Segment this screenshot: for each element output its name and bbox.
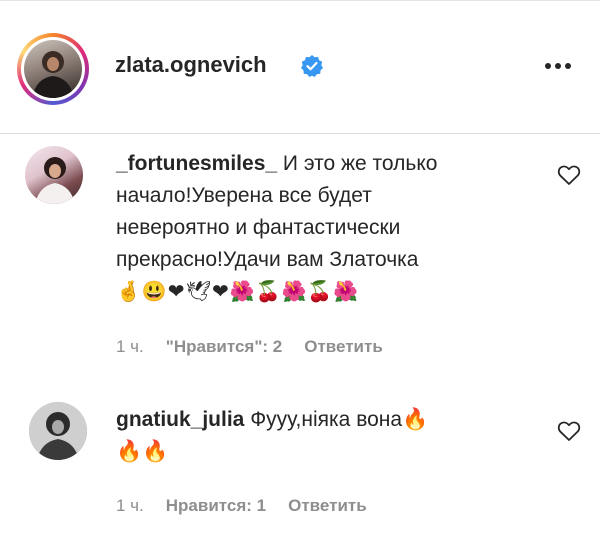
comment-body: gnatiuk_julia Фууу,ніяка вона🔥 🔥🔥 [116,404,536,468]
verified-badge-icon [301,55,323,77]
author-username[interactable]: zlata.ognevich [115,52,267,78]
comment-item: _fortunesmiles_ И это же только начало!У… [0,134,600,364]
author-avatar[interactable] [17,33,89,105]
more-options-icon[interactable] [545,63,575,73]
comment-text-line: невероятно и фантастически [116,216,401,239]
commenter-photo [29,402,87,460]
comment-meta: 1 ч. "Нравится": 2 Ответить [116,337,405,357]
comment-time: 1 ч. [116,337,144,356]
comment-meta: 1 ч. Нравится: 1 Ответить [116,496,389,516]
commenter-avatar[interactable] [25,146,83,204]
comment-emoji: 🤞😃❤🕊❤🌺🍒🌺🍒🌺 [116,281,360,303]
reply-button[interactable]: Ответить [304,337,383,356]
comment-username[interactable]: _fortunesmiles_ [116,152,277,175]
commenter-photo [35,157,75,204]
post-header: zlata.ognevich [0,0,600,134]
comment-body: _fortunesmiles_ И это же только начало!У… [116,148,536,308]
comment-item: gnatiuk_julia Фууу,ніяка вона🔥 🔥🔥 1 ч. Нр… [0,390,600,536]
comment-likes[interactable]: "Нравится": 2 [166,337,282,356]
comment-text-line: начало!Уверена все будет [116,184,372,207]
comment-time: 1 ч. [116,496,144,515]
comment-text-line: Фууу,ніяка вона🔥 [244,408,429,431]
author-photo [32,51,74,98]
heart-outline-icon[interactable] [557,420,581,442]
heart-outline-icon[interactable] [557,164,581,186]
comment-username[interactable]: gnatiuk_julia [116,408,244,431]
comment-text-line: И это же только [277,152,438,175]
comment-text-line: 🔥🔥 [116,440,169,463]
reply-button[interactable]: Ответить [288,496,367,515]
comment-likes[interactable]: Нравится: 1 [166,496,266,515]
comment-text-line: прекрасно!Удачи вам Златочка [116,248,419,271]
commenter-avatar[interactable] [29,402,87,460]
